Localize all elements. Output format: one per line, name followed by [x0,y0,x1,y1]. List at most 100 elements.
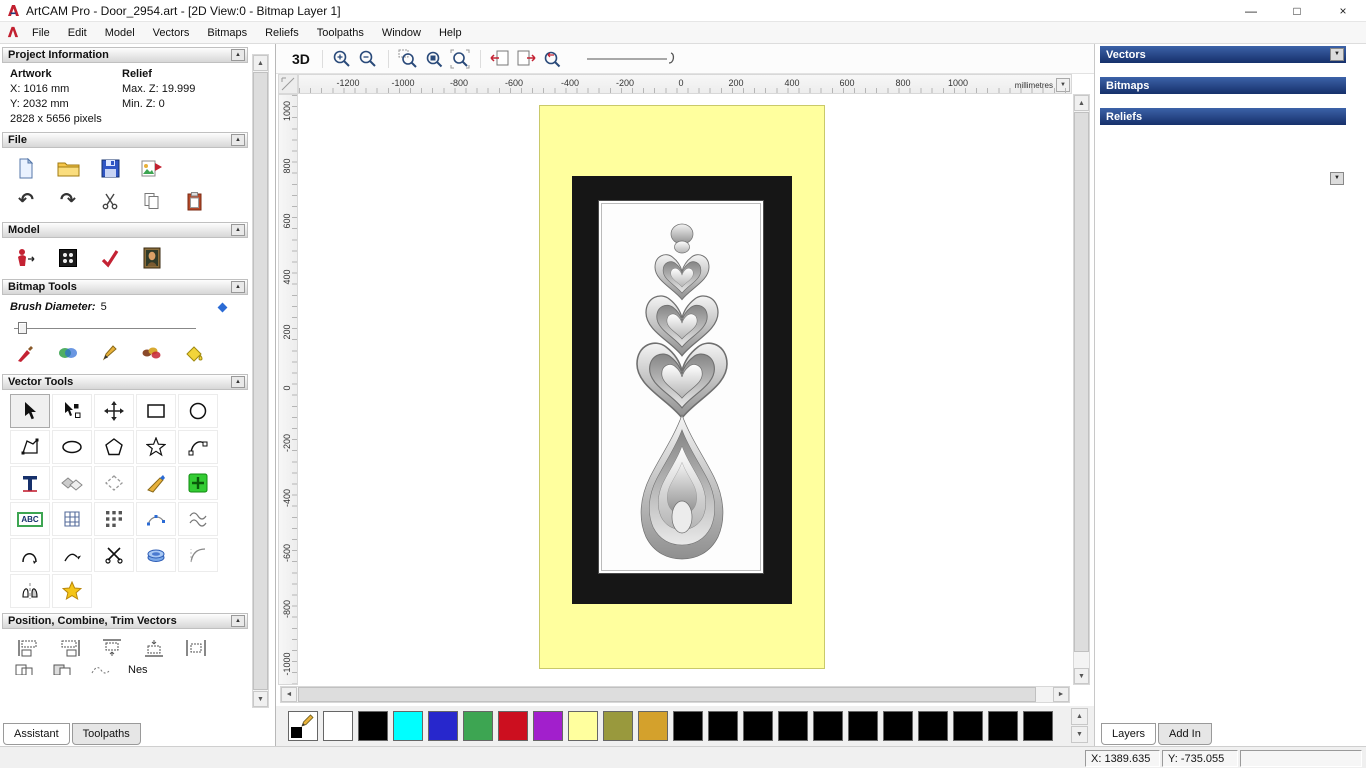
menu-bitmaps[interactable]: Bitmaps [198,24,256,42]
palette-swatch[interactable] [848,711,878,741]
align-bottom-button[interactable] [140,635,168,661]
canvas-horizontal-scrollbar[interactable]: ◄ ► [280,686,1070,703]
menu-toolpaths[interactable]: Toolpaths [308,24,373,42]
save-model-button[interactable] [96,155,124,181]
bitmaps-panel-header[interactable]: Bitmaps ▼ [1100,77,1346,123]
palette-scroll-down-icon[interactable]: ▼ [1071,726,1088,743]
align-top-button[interactable] [98,635,126,661]
offset-vector-button[interactable] [94,466,134,500]
scrollbar-thumb[interactable] [253,72,268,690]
brush-diameter-slider[interactable] [14,322,236,334]
palette-swatch[interactable] [883,711,913,741]
adjust-relief-button[interactable] [96,245,124,271]
palette-swatch[interactable] [988,711,1018,741]
zoom-previous-button[interactable] [541,47,564,71]
next-layer-button[interactable] [515,47,538,71]
palette-swatch[interactable] [568,711,598,741]
scroll-right-icon[interactable]: ► [1053,687,1069,702]
menu-model[interactable]: Model [96,24,144,42]
center-vectors-button[interactable] [182,635,210,661]
tab-addin[interactable]: Add In [1158,723,1212,745]
draw-button[interactable] [96,340,124,366]
trim-vectors-button[interactable] [94,538,134,572]
tab-layers[interactable]: Layers [1101,723,1157,745]
scroll-down-icon[interactable]: ▼ [1074,668,1089,684]
maximize-icon[interactable]: □ [1274,0,1320,22]
paint-button[interactable] [12,340,40,366]
tab-toolpaths[interactable]: Toolpaths [71,723,141,745]
transform-vectors-button[interactable] [94,394,134,428]
close-vector-button[interactable] [52,538,92,572]
palette-swatch[interactable] [953,711,983,741]
menu-help[interactable]: Help [430,24,471,42]
collapse-position-button[interactable]: ▲ [231,615,245,627]
menu-window[interactable]: Window [373,24,430,42]
open-model-button[interactable] [54,155,82,181]
block-copy-button[interactable] [94,502,134,536]
cut-button[interactable] [96,188,124,214]
tab-assistant[interactable]: Assistant [3,723,70,745]
envelope-distort-button[interactable] [52,502,92,536]
menu-edit[interactable]: Edit [59,24,96,42]
palette-swatch[interactable] [428,711,458,741]
palette-swatch[interactable] [708,711,738,741]
assistant-scrollbar[interactable]: ▲ ▼ [252,54,269,708]
collapse-bitmap-button[interactable]: ▲ [231,281,245,293]
toggle-3d-view-button[interactable]: 3D [288,47,314,71]
menu-vectors[interactable]: Vectors [144,24,199,42]
align-left-button[interactable] [14,635,42,661]
collapse-vector-button[interactable]: ▲ [231,376,245,388]
align-right-button[interactable] [56,635,84,661]
zoom-window-button[interactable] [397,47,420,71]
scrollbar-thumb[interactable] [298,687,1036,702]
palette-swatch[interactable] [323,711,353,741]
text-block-button[interactable]: ABC [10,502,50,536]
canvas-vertical-scrollbar[interactable]: ▲ ▼ [1073,94,1090,685]
palette-swatch[interactable] [533,711,563,741]
flood-fill-button[interactable] [180,340,208,366]
redo-button[interactable]: ↷ [54,188,82,214]
scroll-left-icon[interactable]: ◄ [281,687,297,702]
scroll-down-icon[interactable]: ▼ [253,691,268,707]
set-model-size-button[interactable] [12,245,40,271]
drawing-canvas[interactable] [298,94,1072,685]
collapse-model-button[interactable]: ▲ [231,224,245,236]
select-vectors-button[interactable] [10,394,50,428]
expand-vectors-icon[interactable]: ▼ [1330,48,1344,61]
fillet-tool-button[interactable] [136,466,176,500]
copy-button[interactable] [138,188,166,214]
scrollbar-thumb[interactable] [1074,112,1089,652]
fit-arcs-button[interactable] [178,538,218,572]
join-vectors-button[interactable] [10,538,50,572]
mirror-vectors-button[interactable] [10,574,50,608]
units-dropdown-icon[interactable]: ▼ [1056,78,1070,92]
create-circle-button[interactable] [178,394,218,428]
paste-vector-button[interactable] [178,466,218,500]
palette-swatch[interactable] [638,711,668,741]
zoom-fit-button[interactable] [449,47,472,71]
model-properties-button[interactable] [54,245,82,271]
create-text-button[interactable] [10,466,50,500]
create-arc-button[interactable] [178,430,218,464]
slider-handle[interactable] [18,322,27,334]
combine-union-button[interactable] [14,663,36,675]
zoom-out-button[interactable] [357,47,380,71]
palette-primary-swatch[interactable] [288,711,318,741]
transform-distort-button[interactable] [52,466,92,500]
paint-selective-button[interactable] [54,340,82,366]
combine-subtract-button[interactable] [52,663,74,675]
palette-swatch[interactable] [743,711,773,741]
palette-swatch[interactable] [463,711,493,741]
palette-swatch[interactable] [358,711,388,741]
model-from-image-button[interactable] [138,155,166,181]
palette-swatch[interactable] [813,711,843,741]
create-ellipse-button[interactable] [52,430,92,464]
create-rectangle-button[interactable] [136,394,176,428]
fit-curves-button[interactable] [178,502,218,536]
scroll-up-icon[interactable]: ▲ [253,55,268,71]
texture-relief-button[interactable] [138,245,166,271]
new-model-button[interactable] [12,155,40,181]
palette-swatch[interactable] [1023,711,1053,741]
create-star-button[interactable] [136,430,176,464]
reliefs-panel-header[interactable]: Reliefs ▼ [1100,108,1346,185]
